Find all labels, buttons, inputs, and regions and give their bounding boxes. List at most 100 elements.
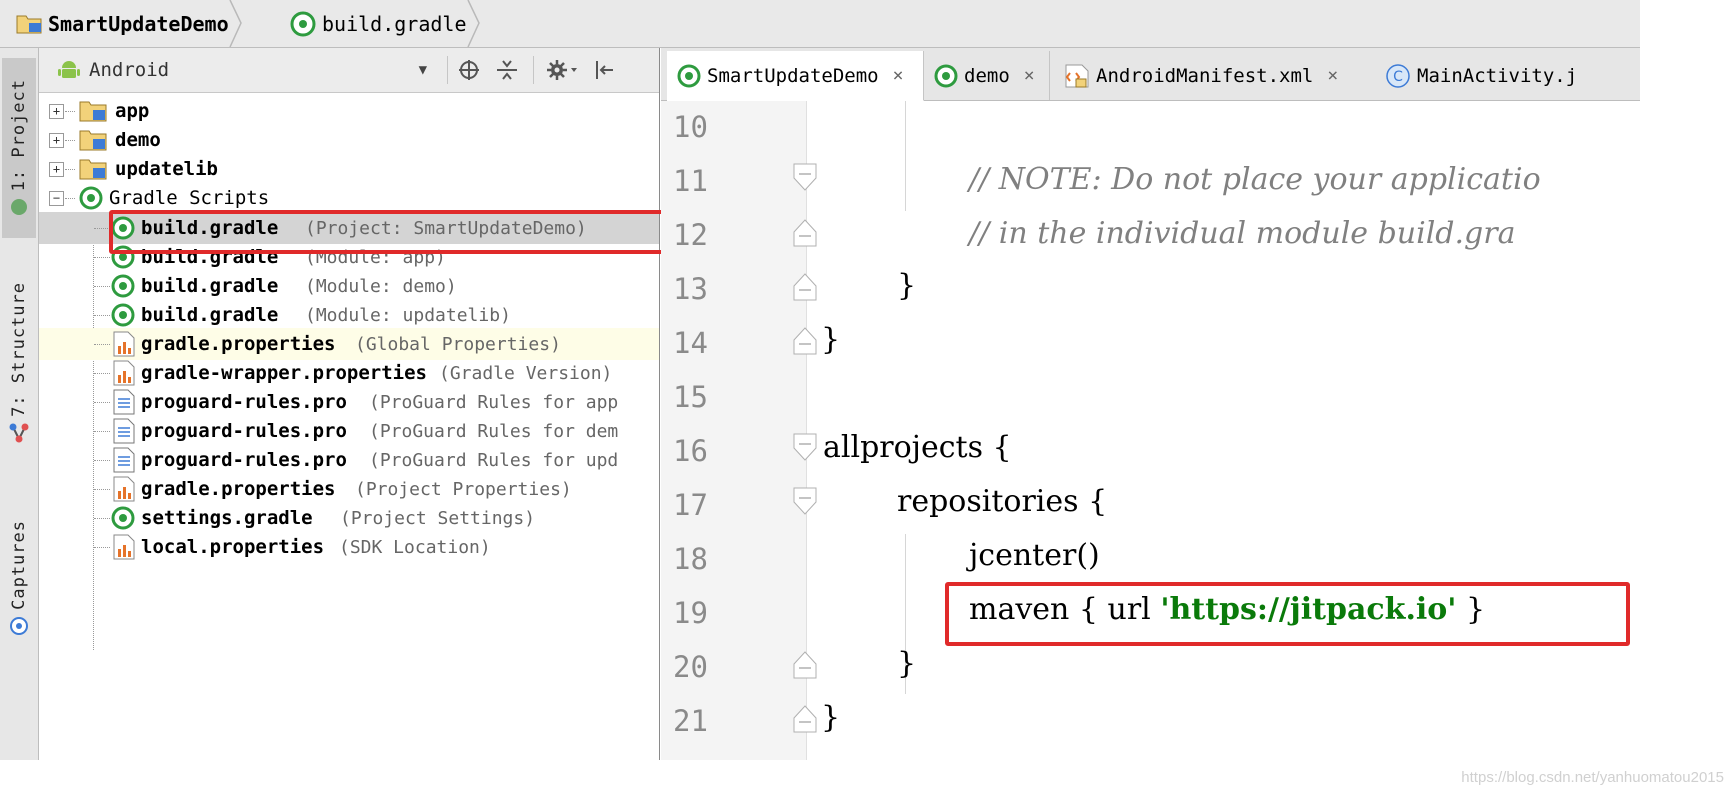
tool-tab-project[interactable]: 1: Project [2, 58, 36, 238]
editor-tab-demo[interactable]: demo × [924, 51, 1050, 100]
tree-item-local-properties[interactable]: local.properties (SDK Location) [39, 531, 659, 563]
collapse-icon[interactable]: − [49, 191, 64, 206]
properties-file-icon [113, 331, 135, 357]
view-selector-dropdown[interactable]: Android ▼ [57, 48, 437, 92]
tree-item-label: gradle.properties [141, 478, 336, 500]
code-editor: SmartUpdateDemo × demo × AndroidManifest… [661, 48, 1640, 760]
tree-item-build-gradle-updatelib[interactable]: build.gradle (Module: updatelib) [39, 299, 659, 331]
tree-connector [94, 315, 110, 316]
close-icon[interactable]: × [1327, 65, 1338, 86]
editor-tab-mainactivity[interactable]: C MainActivity.j [1371, 51, 1640, 100]
indent-guide [905, 101, 906, 211]
fold-marker-icon[interactable] [791, 432, 819, 464]
tree-item-hint: (Project Properties) [355, 478, 572, 500]
tree-item-proguard-updatelib[interactable]: proguard-rules.pro (ProGuard Rules for u… [39, 444, 659, 476]
fold-marker-icon[interactable] [791, 216, 819, 248]
line-number: 20 [673, 650, 708, 684]
fold-marker-icon[interactable] [791, 162, 819, 194]
breadcrumb-file[interactable]: build.gradle [290, 0, 480, 47]
tree-item-label: proguard-rules.pro [141, 449, 347, 471]
gradle-icon [290, 11, 316, 36]
tree-item-label: build.gradle [141, 304, 279, 326]
expand-icon[interactable]: + [49, 162, 64, 177]
gradle-icon [934, 64, 958, 87]
close-icon[interactable]: × [1024, 65, 1035, 86]
expand-icon[interactable]: + [49, 104, 64, 119]
line-number: 11 [673, 164, 708, 198]
breadcrumb-separator [466, 0, 480, 47]
highlight-box-build-gradle [109, 210, 665, 254]
tree-item-hint: (Gradle Version) [439, 362, 613, 384]
gradle-icon [79, 186, 103, 210]
code-line-14[interactable]: } [821, 322, 840, 357]
svg-text:C: C [1393, 69, 1403, 85]
module-folder-icon [79, 130, 107, 151]
tree-item-proguard-app[interactable]: proguard-rules.pro (ProGuard Rules for a… [39, 386, 659, 418]
editor-tab-label: SmartUpdateDemo [707, 64, 879, 87]
tree-item-gradle-wrapper-properties[interactable]: gradle-wrapper.properties (Gradle Versio… [39, 357, 659, 389]
tree-connector [94, 402, 110, 403]
code-line-16[interactable]: allprojects { [823, 430, 1012, 465]
fold-marker-icon[interactable] [791, 648, 819, 680]
tree-item-hint: (Module: updatelib) [305, 304, 511, 326]
code-line-18[interactable]: jcenter() [969, 538, 1100, 573]
code-line-21[interactable]: } [821, 700, 840, 735]
tree-item-updatelib[interactable]: + updatelib [39, 153, 659, 185]
editor-tab-androidmanifest[interactable]: AndroidManifest.xml × [1050, 51, 1375, 100]
tree-item-build-gradle-demo[interactable]: build.gradle (Module: demo) [39, 270, 659, 302]
properties-file-icon [113, 360, 135, 386]
tree-connector [65, 198, 75, 199]
expand-icon[interactable]: + [49, 133, 64, 148]
fold-marker-icon[interactable] [791, 486, 819, 518]
line-number: 10 [673, 110, 708, 144]
fold-marker-icon[interactable] [791, 702, 819, 734]
locate-icon[interactable] [457, 58, 481, 82]
code-line-17[interactable]: repositories { [897, 484, 1107, 519]
tree-item-gradle-properties-project[interactable]: gradle.properties (Project Properties) [39, 473, 659, 505]
tree-item-label: build.gradle [141, 275, 279, 297]
navigation-breadcrumb: SmartUpdateDemo build.gradle [0, 0, 1640, 48]
breadcrumb-separator [228, 0, 242, 47]
tree-item-app[interactable]: + app [39, 95, 659, 127]
editor-tab-smartupdatedemo[interactable]: SmartUpdateDemo × [667, 51, 924, 101]
tree-item-hint: (ProGuard Rules for upd [369, 449, 619, 471]
tree-connector [94, 489, 110, 490]
toolbar-divider [533, 56, 534, 84]
tree-item-hint: (SDK Location) [339, 536, 491, 558]
tree-item-hint: (Project Settings) [340, 507, 536, 529]
tree-connector [94, 257, 110, 258]
tool-tab-structure[interactable]: 7: Structure [2, 263, 36, 463]
close-icon[interactable]: × [893, 65, 904, 86]
tree-connector [94, 547, 110, 548]
breadcrumb-project[interactable]: SmartUpdateDemo [16, 0, 242, 47]
code-line-13[interactable]: } [897, 268, 916, 303]
tree-item-label: gradle-wrapper.properties [141, 362, 427, 384]
module-folder-icon [79, 159, 107, 180]
tool-tab-captures[interactable]: Captures [2, 488, 36, 668]
editor-tab-bar: SmartUpdateDemo × demo × AndroidManifest… [661, 48, 1640, 101]
tree-item-gradle-properties-global[interactable]: gradle.properties (Global Properties) [39, 328, 659, 360]
breadcrumb-project-label: SmartUpdateDemo [48, 11, 229, 36]
code-line-20[interactable]: } [897, 646, 916, 681]
tree-item-proguard-demo[interactable]: proguard-rules.pro (ProGuard Rules for d… [39, 415, 659, 447]
highlight-box-maven-repo [945, 582, 1630, 646]
project-icon [11, 199, 27, 216]
gradle-icon [111, 303, 135, 327]
structure-icon [9, 423, 29, 443]
line-number: 19 [673, 596, 708, 630]
tree-item-demo[interactable]: + demo [39, 124, 659, 156]
editor-tab-label: AndroidManifest.xml [1096, 64, 1314, 87]
hide-panel-icon[interactable] [593, 58, 617, 82]
code-line-12[interactable]: // in the individual module build.gra [969, 216, 1515, 251]
settings-gear-icon[interactable] [545, 58, 579, 82]
tree-item-settings-gradle[interactable]: settings.gradle (Project Settings) [39, 502, 659, 534]
collapse-all-icon[interactable] [495, 58, 519, 82]
code-line-11[interactable]: // NOTE: Do not place your applicatio [969, 162, 1541, 197]
gradle-icon [111, 274, 135, 298]
fold-marker-icon[interactable] [791, 324, 819, 356]
line-number: 18 [673, 542, 708, 576]
fold-marker-icon[interactable] [791, 270, 819, 302]
xml-manifest-icon [1065, 64, 1089, 87]
tree-item-hint: (Global Properties) [355, 333, 561, 355]
module-folder-icon [79, 101, 107, 122]
